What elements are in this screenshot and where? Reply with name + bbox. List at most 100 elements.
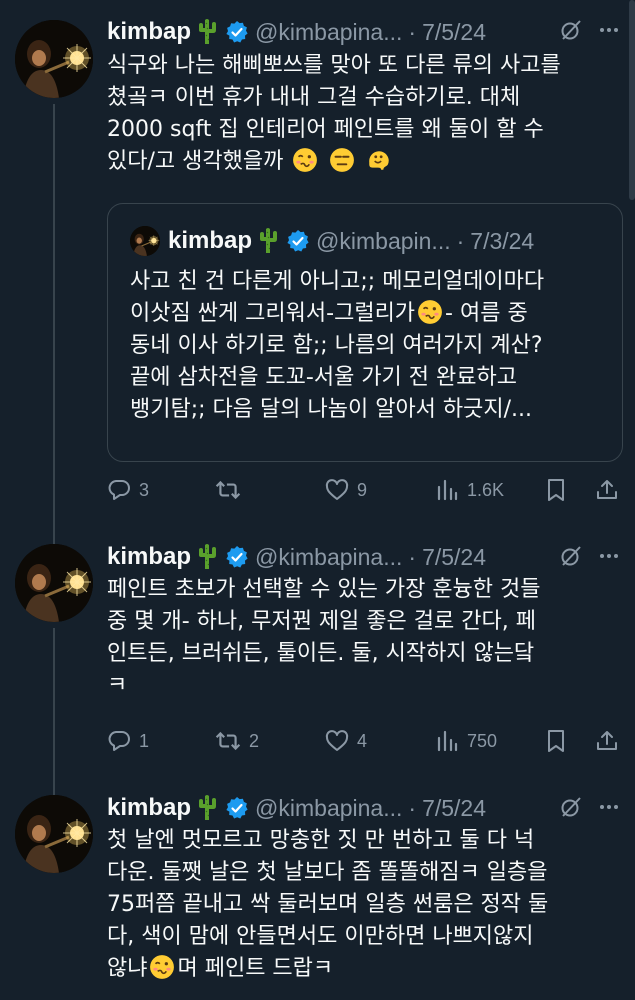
reply-button[interactable]: 1 [107, 723, 149, 759]
tweet-header: kimbap @kimbapina... · 7/5/24 [107, 15, 486, 49]
woozy-face-emoji [149, 954, 175, 980]
separator-dot: · [456, 227, 465, 254]
views-button[interactable]: 1.6K [435, 472, 504, 508]
grok-icon[interactable] [559, 795, 583, 819]
tweet[interactable]: kimbap @kimbapina... · 7/5/24 첫 날엔 멋모르고 … [0, 783, 635, 1000]
retweet-icon [215, 728, 241, 754]
tweet-text: 식구와 나는 해삐뽀쓰를 맞아 또 다른 류의 사고를 쳤곸ㅋ 이번 휴가 내내… [107, 50, 621, 178]
thread-line [53, 783, 55, 795]
bookmark-icon [544, 729, 568, 753]
tweet[interactable]: kimbap @kimbapina... · 7/5/24 페인트 초보가 선택… [0, 530, 635, 783]
like-count: 4 [357, 730, 368, 751]
expressionless-face-emoji [329, 147, 355, 173]
text-line-with-emoji: 이삿짐 싼게 그리워서-그럴리가 - 여름 중 [130, 298, 544, 330]
tweet-date[interactable]: 7/5/24 [422, 795, 486, 822]
text-line: 쳤곸ㅋ 이번 휴가 내내 그걸 수습하기로. 대체 [107, 85, 521, 110]
thread-line [53, 530, 55, 544]
reply-button[interactable]: 3 [107, 472, 149, 508]
cactus-emoji [195, 543, 219, 571]
quoted-tweet[interactable]: kimbap @kimbapin... · 7/3/24 사고 친 건 다른게 … [107, 203, 623, 462]
like-button[interactable]: 4 [325, 723, 367, 759]
text-line: 뱅기탐;; 다음 달의 나놈이 알아서 하긋지/... [130, 397, 533, 422]
woozy-face-emoji [292, 147, 318, 173]
share-icon [595, 478, 619, 502]
text-line-tail: - 여름 중 [445, 301, 528, 326]
text-line: 사고 친 건 다른게 아니고;; 메모리얼데이마다 [130, 269, 545, 294]
reply-icon [107, 478, 131, 502]
more-icon[interactable] [597, 795, 621, 819]
views-icon [435, 478, 459, 502]
avatar[interactable] [15, 795, 93, 873]
text-line-with-emoji: 있다/고 생각했을까 [107, 146, 621, 178]
header-actions [559, 544, 621, 568]
header-actions [559, 18, 621, 42]
views-count: 1.6K [467, 479, 505, 500]
like-icon [325, 478, 349, 502]
avatar[interactable] [15, 20, 93, 98]
more-icon[interactable] [597, 18, 621, 42]
text-line: 다운. 둘쨋 날은 첫 날보다 좀 똘똘해짐ㅋ 일층을 [107, 860, 548, 885]
display-name[interactable]: kimbap [107, 543, 191, 571]
views-icon [435, 729, 459, 753]
quoted-text: 사고 친 건 다른게 아니고;; 메모리얼데이마다 이삿짐 싼게 그리워서-그럴… [130, 266, 544, 426]
text-line: ㅋ [107, 673, 128, 698]
tweet[interactable]: kimbap @kimbapina... · 7/5/24 식구와 나는 해삐뽀… [0, 0, 635, 530]
reply-count: 3 [139, 479, 150, 500]
text-line: 75퍼쯤 끝내고 싹 둘러보며 일층 썬룸은 정작 둘 [107, 892, 549, 917]
tweet-text: 첫 날엔 멋모르고 망충한 짓 만 번하고 둘 다 넉 다운. 둘쨋 날은 첫 … [107, 825, 621, 985]
text-line: 동네 이사 하기로 함;; 나름의 여러가지 계산? [130, 333, 543, 358]
display-name[interactable]: kimbap [107, 794, 191, 822]
bookmark-icon [544, 478, 568, 502]
text-line: 페인트 초보가 선택할 수 있는 가장 훈늉한 것들 [107, 577, 541, 602]
share-button[interactable] [595, 723, 619, 759]
tweet-text: 페인트 초보가 선택할 수 있는 가장 훈늉한 것들 중 몇 개- 하나, 무저… [107, 574, 621, 702]
woozy-face-emoji [417, 299, 443, 325]
text-line: 이삿짐 싼게 그리워서-그럴리가 [130, 301, 416, 326]
bookmark-button[interactable] [544, 472, 568, 508]
reply-count: 1 [139, 730, 150, 751]
user-handle[interactable]: @kimbapina... [255, 795, 402, 822]
share-button[interactable] [595, 472, 619, 508]
retweet-button[interactable] [215, 472, 249, 508]
tweet-date[interactable]: 7/5/24 [422, 19, 486, 46]
thread-line [53, 104, 55, 530]
verified-badge-icon[interactable] [225, 20, 249, 44]
text-line: 첫 날엔 멋모르고 망충한 짓 만 번하고 둘 다 넉 [107, 828, 535, 853]
text-line: 않냐 [107, 956, 148, 981]
avatar[interactable] [15, 544, 93, 622]
display-name[interactable]: kimbap [107, 18, 191, 46]
text-line: 식구와 나는 해삐뽀쓰를 맞아 또 다른 류의 사고를 [107, 53, 561, 78]
tweet-header: kimbap @kimbapina... · 7/5/24 [107, 791, 486, 825]
text-line: 있다/고 생각했을까 [107, 149, 284, 174]
quoted-handle: @kimbapin... [316, 227, 451, 254]
more-icon[interactable] [597, 544, 621, 568]
tweet-date[interactable]: 7/5/24 [422, 544, 486, 571]
text-line: 끝에 삼차전을 도꼬-서울 가기 전 완료하고 [130, 365, 517, 390]
like-count: 9 [357, 479, 368, 500]
user-handle[interactable]: @kimbapina... [255, 544, 402, 571]
like-button[interactable]: 9 [325, 472, 367, 508]
cactus-emoji [256, 227, 280, 255]
retweet-icon [215, 477, 241, 503]
grok-icon[interactable] [559, 18, 583, 42]
action-bar: 1 2 4 750 [107, 723, 621, 759]
bookmark-button[interactable] [544, 723, 568, 759]
separator-dot: · [408, 18, 417, 45]
retweet-count: 2 [249, 730, 260, 751]
tweet-header: kimbap @kimbapina... · 7/5/24 [107, 540, 486, 574]
reply-icon [107, 729, 131, 753]
text-line: 2000 sqft 집 인테리어 페인트를 왜 둘이 할 수 [107, 117, 544, 142]
header-actions [559, 795, 621, 819]
action-bar: 3 9 1.6K [107, 472, 621, 508]
text-line-tail: 며 페인트 드랍ㅋ [177, 956, 334, 981]
user-handle[interactable]: @kimbapina... [255, 19, 402, 46]
cactus-emoji [195, 18, 219, 46]
cactus-emoji [195, 794, 219, 822]
like-icon [325, 729, 349, 753]
separator-dot: · [408, 543, 417, 570]
grok-icon[interactable] [559, 544, 583, 568]
verified-badge-icon[interactable] [225, 796, 249, 820]
verified-badge-icon[interactable] [225, 545, 249, 569]
views-button[interactable]: 750 [435, 723, 497, 759]
retweet-button[interactable]: 2 [215, 723, 259, 759]
